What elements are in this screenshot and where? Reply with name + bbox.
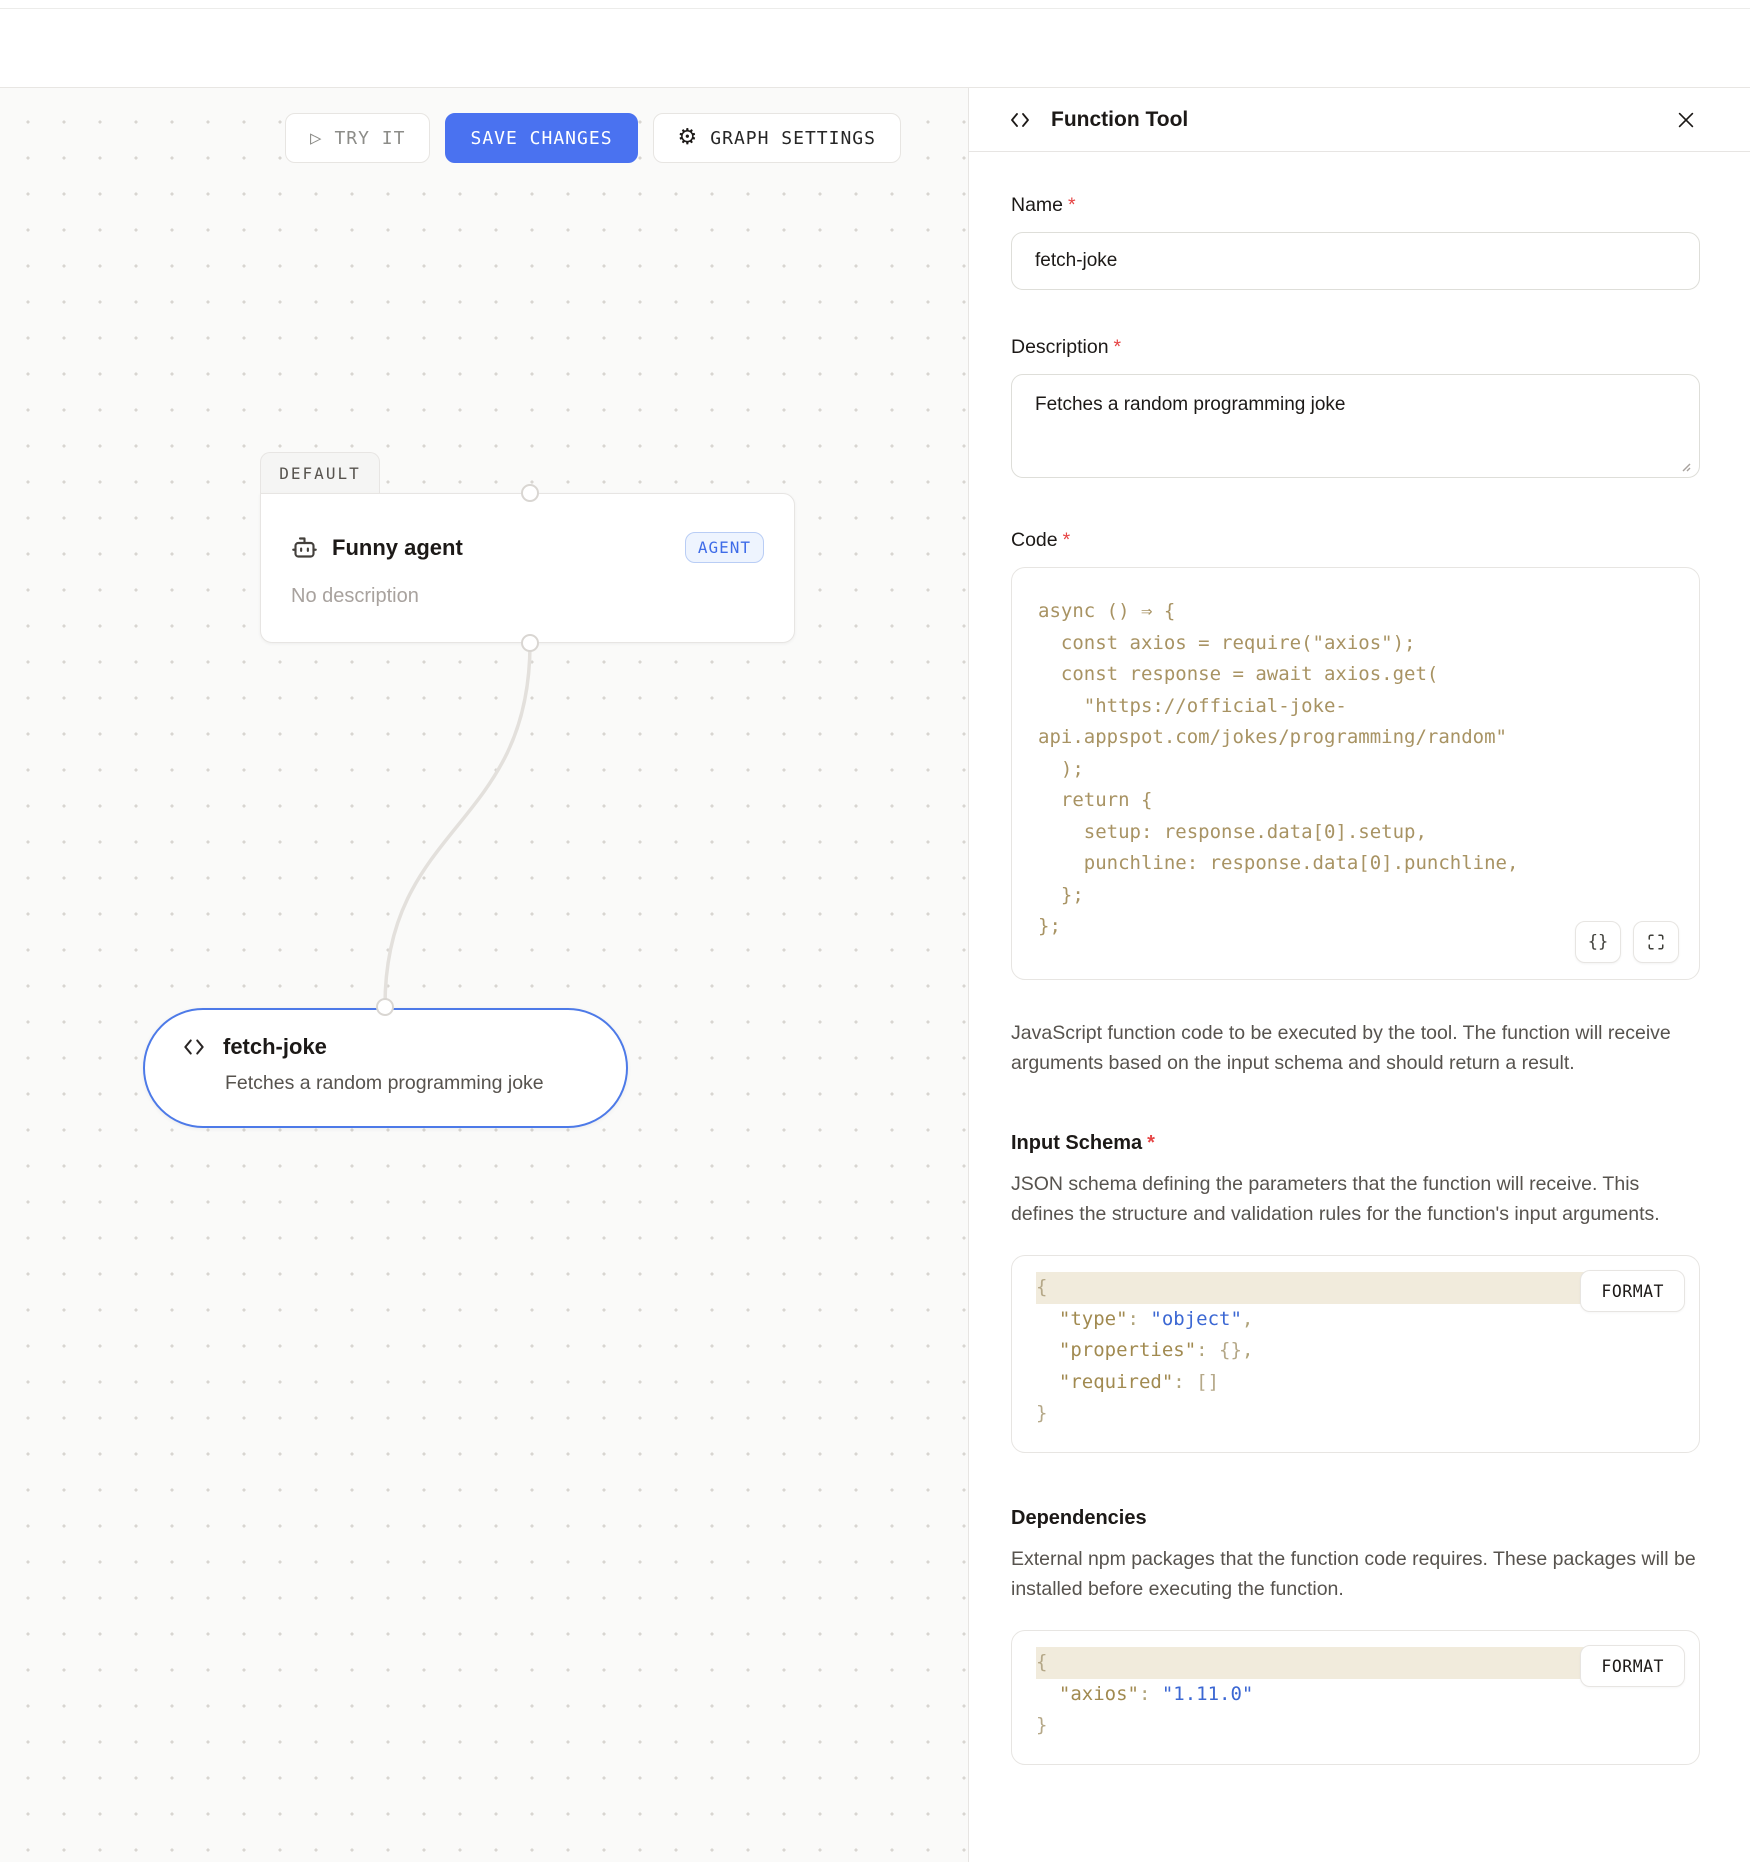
maximize-icon [1647,933,1665,951]
panel-title: Function Tool [1051,108,1656,132]
input-schema-editor[interactable]: { "type": "object", "properties": {}, "r… [1011,1255,1700,1453]
input-schema-label: Input Schema* [1011,1132,1700,1155]
dependencies-help-text: External npm packages that the function … [1011,1544,1700,1604]
description-label: Description* [1011,336,1700,359]
dependencies-label: Dependencies [1011,1507,1700,1530]
name-label: Name* [1011,194,1700,217]
tool-node-fetch-joke[interactable]: fetch-joke Fetches a random programming … [143,1008,628,1128]
format-button[interactable]: FORMAT [1580,1645,1685,1687]
save-changes-button[interactable]: SAVE CHANGES [445,113,637,163]
graph-settings-button[interactable]: ⚙ GRAPH SETTINGS [653,113,901,163]
agent-node-description: No description [291,585,764,608]
agent-node[interactable]: Funny agent AGENT No description [260,493,795,643]
tool-node-top-handle[interactable] [376,998,394,1016]
required-asterisk: * [1114,336,1122,358]
dependencies-editor[interactable]: { "axios": "1.11.0"} FORMAT [1011,1630,1700,1765]
code-brackets-icon [1005,108,1035,132]
required-asterisk: * [1068,194,1076,216]
group-tab-label: DEFAULT [279,464,360,483]
required-asterisk: * [1147,1132,1155,1154]
panel-header: Function Tool [969,88,1750,152]
input-schema-help-text: JSON schema defining the parameters that… [1011,1169,1700,1229]
group-tab-default[interactable]: DEFAULT [260,452,380,494]
top-divider [0,8,1750,9]
fullscreen-button[interactable] [1633,921,1679,963]
graph-settings-label: GRAPH SETTINGS [710,128,876,149]
code-label: Code* [1011,529,1700,552]
agent-type-badge: AGENT [685,532,764,563]
format-button[interactable]: FORMAT [1580,1270,1685,1312]
canvas-toolbar: ▷ TRY IT SAVE CHANGES ⚙ GRAPH SETTINGS [285,113,901,163]
code-brackets-icon [179,1034,209,1060]
try-it-label: TRY IT [334,128,405,149]
node-edge [0,88,968,1862]
code-help-text: JavaScript function code to be executed … [1011,1018,1700,1078]
play-icon: ▷ [310,129,322,148]
tool-node-description: Fetches a random programming joke [225,1072,596,1095]
resize-handle-icon[interactable] [1678,459,1692,473]
robot-icon [291,534,318,561]
name-input[interactable] [1011,232,1700,290]
description-textarea[interactable]: Fetches a random programming joke [1011,374,1700,478]
try-it-button[interactable]: ▷ TRY IT [285,113,430,163]
save-changes-label: SAVE CHANGES [470,128,612,149]
close-icon[interactable] [1672,106,1700,134]
agent-node-top-handle[interactable] [521,484,539,502]
tool-node-title: fetch-joke [223,1034,327,1060]
code-editor[interactable]: async () ⇒ { const axios = require("axio… [1011,567,1700,980]
required-asterisk: * [1063,529,1071,551]
code-content[interactable]: async () ⇒ { const axios = require("axio… [1038,596,1675,943]
agent-node-title: Funny agent [332,535,671,561]
graph-canvas[interactable]: ▷ TRY IT SAVE CHANGES ⚙ GRAPH SETTINGS D… [0,88,968,1862]
top-bar [0,0,1750,88]
format-braces-button[interactable]: {} [1575,921,1621,963]
function-tool-panel: Function Tool Name* Description* Fetches… [968,88,1750,1862]
gear-icon: ⚙ [678,127,699,149]
agent-node-bottom-handle[interactable] [521,634,539,652]
